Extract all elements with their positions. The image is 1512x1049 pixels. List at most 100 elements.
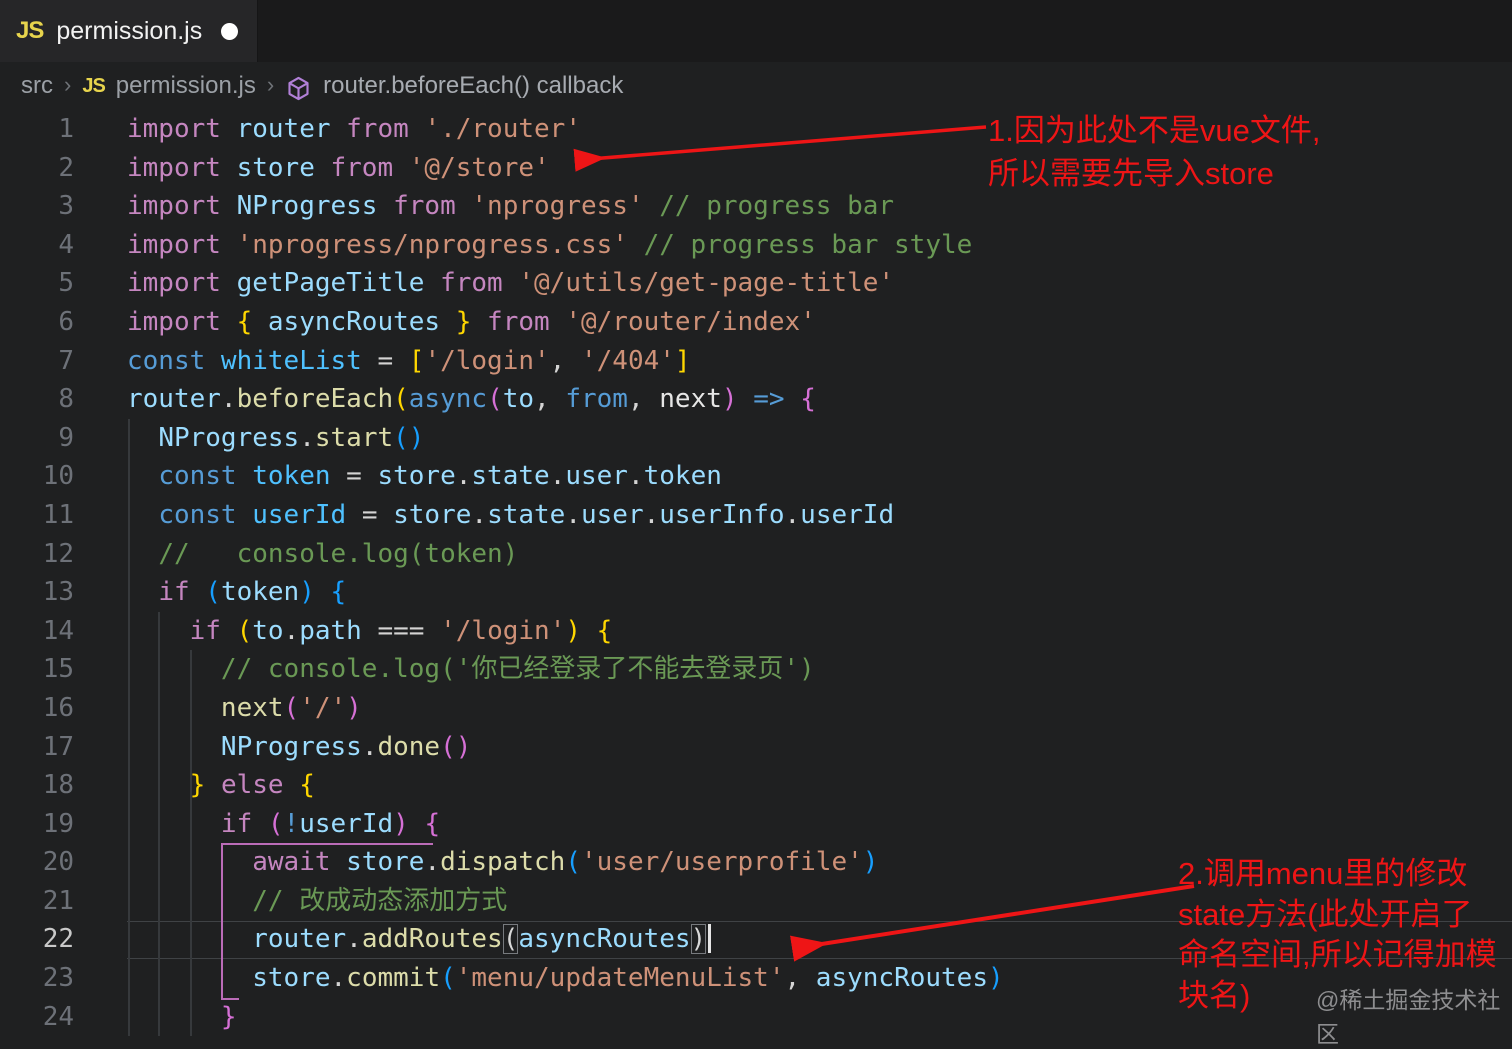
code-line[interactable]: if (to.path === '/login') { [127,612,1004,651]
code-token: done [377,731,441,762]
code-line[interactable]: next('/') [127,689,1004,728]
code-line[interactable]: const token = store.state.user.token [127,457,1004,496]
code-line[interactable]: if (!userId) { [127,805,1004,844]
code-token: ( [205,577,221,608]
code-line[interactable]: // console.log(token) [127,535,1004,574]
code-token: token [252,461,347,492]
code-token: to [252,615,284,646]
modified-indicator-dot[interactable] [221,22,239,40]
code-line[interactable]: // console.log('你已经登录了不能去登录页') [127,650,1004,689]
code-token: ) [393,808,425,839]
code-area[interactable]: import router from './router' import stor… [127,110,1004,1036]
line-number[interactable]: 8 [0,380,74,419]
line-number[interactable]: 24 [0,998,74,1037]
line-number[interactable]: 13 [0,573,74,612]
tab-bar: JS permission.js [0,0,1512,62]
line-number[interactable]: 20 [0,843,74,882]
code-token: user [565,461,628,492]
code-token: ( [267,808,284,839]
code-token: state [471,461,550,492]
line-number[interactable]: 4 [0,226,74,265]
annotation-text: state方法(此处开启了 [1178,896,1473,932]
code-token: = [377,345,409,376]
code-token: else [220,770,300,801]
line-number[interactable]: 3 [0,187,74,226]
line-number[interactable]: 2 [0,149,74,188]
code-line[interactable]: const whiteList = ['/login', '/404'] [127,342,1004,381]
code-line[interactable]: import 'nprogress/nprogress.css' // prog… [127,226,1004,265]
breadcrumb: src › JS permission.js › router.beforeEa… [0,62,1512,110]
line-number[interactable]: 12 [0,535,74,574]
line-number[interactable]: 21 [0,882,74,921]
code-line[interactable]: NProgress.start() [127,419,1004,458]
code-line[interactable]: // 改成动态添加方式 [127,882,1004,921]
breadcrumb-item-src[interactable]: src [21,72,53,100]
line-number[interactable]: 19 [0,805,74,844]
code-token: router [127,384,221,415]
code-token: . [471,499,488,530]
code-line[interactable]: import store from '@/store' [127,149,1004,188]
line-number[interactable]: 11 [0,496,74,535]
code-token: userId [800,499,895,530]
symbol-cube-icon [285,75,312,102]
line-number[interactable]: 22 [0,920,74,959]
line-number[interactable]: 7 [0,342,74,381]
code-token: state [487,499,566,530]
line-number[interactable]: 17 [0,728,74,767]
code-line[interactable]: } [127,998,1004,1037]
line-number[interactable]: 10 [0,457,74,496]
code-token: router [252,924,347,955]
code-token: '@/store' [408,152,550,183]
tab-permission-js[interactable]: JS permission.js [0,0,258,62]
line-number[interactable]: 18 [0,766,74,805]
line-number[interactable]: 1 [0,110,74,149]
code-line[interactable]: import { asyncRoutes } from '@/router/in… [127,303,1004,342]
code-token: userInfo [659,499,785,530]
code-line[interactable]: import router from './router' [127,110,1004,149]
line-number[interactable]: 5 [0,264,74,303]
code-line[interactable]: } else { [127,766,1004,805]
annotation-text: 命名空间,所以记得加模 [1178,937,1497,972]
code-token: dispatch [440,847,566,878]
line-number[interactable]: 6 [0,303,74,342]
code-line[interactable]: import getPageTitle from '@/utils/get-pa… [127,264,1004,303]
breadcrumb-item-file[interactable]: permission.js [116,72,256,100]
line-number[interactable]: 23 [0,959,74,998]
breadcrumb-item-symbol[interactable]: router.beforeEach() callback [323,72,623,100]
line-number[interactable]: 16 [0,689,74,728]
code-token: . [643,499,660,530]
annotation-text: 1.因为此处不是vue文件, [988,113,1321,148]
line-number[interactable]: 9 [0,419,74,458]
code-token: ) [346,692,362,723]
code-token: . [346,924,362,955]
line-number[interactable]: 15 [0,650,74,689]
code-token: getPageTitle [236,268,441,299]
code-line[interactable]: store.commit('menu/updateMenuList', asyn… [127,959,1003,998]
code-token: asyncRoutes [267,306,456,337]
code-token: { [236,306,268,337]
code-token: . [283,615,300,646]
code-token: to [502,384,535,415]
code-line[interactable]: router.addRoutes(asyncRoutes) [127,920,1004,959]
line-number[interactable]: 14 [0,612,74,651]
code-token: } [455,306,488,337]
code-token: { [424,808,441,839]
code-line[interactable]: if (token) { [127,573,1004,612]
code-line[interactable]: const userId = store.state.user.userInfo… [127,496,1004,535]
code-token: () [393,422,425,453]
code-token: from [330,152,409,183]
code-line[interactable]: NProgress.done() [127,728,1004,767]
code-token: from [440,268,519,299]
code-line[interactable]: router.beforeEach(async(to, from, next) … [127,380,1004,419]
code-token: if [220,808,268,839]
code-token: whiteList [220,345,378,376]
code-line[interactable]: import NProgress from 'nprogress' // pro… [127,187,1004,226]
code-line[interactable]: await store.dispatch('user/userprofile') [127,843,1004,882]
